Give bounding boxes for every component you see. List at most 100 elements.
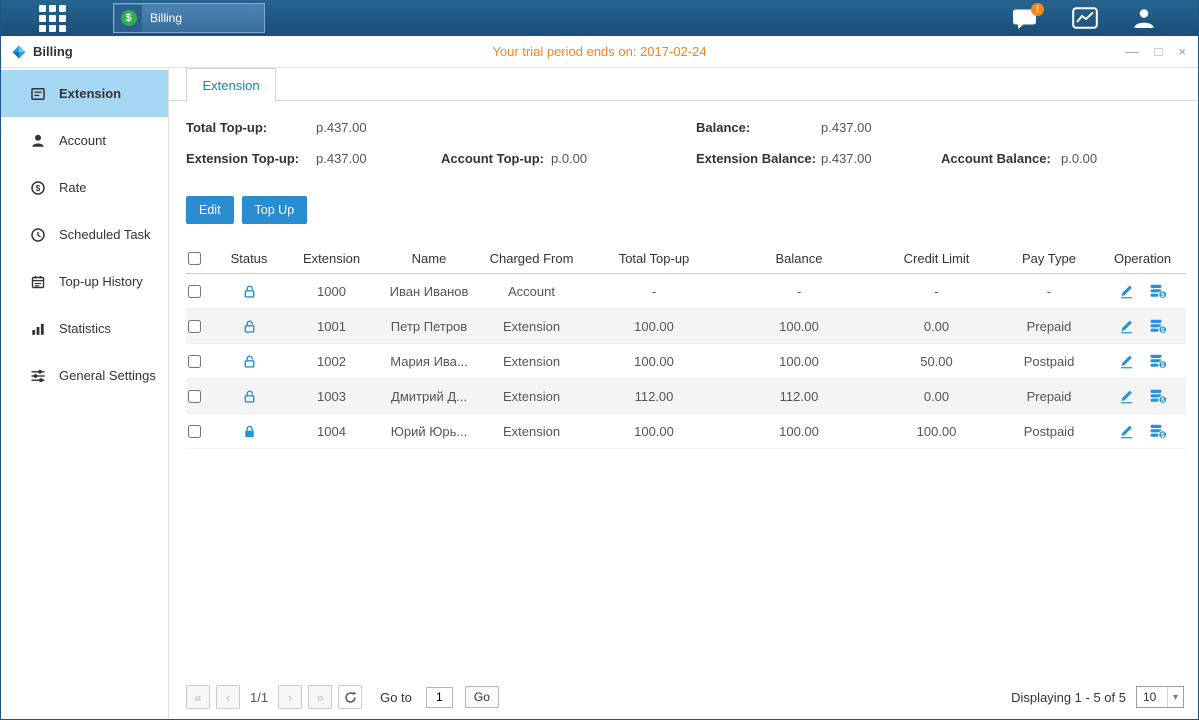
- close-icon[interactable]: ×: [1178, 45, 1186, 58]
- extension-name: Иван Иванов: [379, 284, 479, 299]
- row-checkbox[interactable]: [188, 320, 201, 333]
- charged-from: Extension: [479, 354, 584, 369]
- page-size-select[interactable]: 10 ▾: [1136, 686, 1184, 708]
- refresh-button[interactable]: [338, 685, 362, 709]
- top-up-coins-icon[interactable]: $: [1150, 284, 1167, 299]
- prev-page-button[interactable]: ‹: [216, 685, 240, 709]
- messages-icon[interactable]: !: [1012, 8, 1038, 29]
- sidebar-item-general-settings[interactable]: General Settings: [1, 352, 168, 399]
- column-total-topup: Total Top-up: [584, 251, 724, 266]
- edit-pencil-icon[interactable]: [1119, 424, 1134, 439]
- status-lock-icon[interactable]: [242, 319, 257, 334]
- column-extension: Extension: [284, 251, 379, 266]
- tab-strip: Extension: [169, 68, 1198, 101]
- app-menu-grid-icon[interactable]: [39, 5, 66, 32]
- column-credit-limit: Credit Limit: [874, 251, 999, 266]
- extension-topup-value: p.437.00: [316, 151, 367, 166]
- top-up-coins-icon[interactable]: $: [1150, 424, 1167, 439]
- rate-icon: $: [30, 180, 46, 196]
- row-checkbox[interactable]: [188, 285, 201, 298]
- total-topup: 112.00: [584, 389, 724, 404]
- balance: 100.00: [724, 424, 874, 439]
- total-topup: 100.00: [584, 424, 724, 439]
- top-up-button[interactable]: Top Up: [242, 196, 308, 224]
- sidebar-item-label: Scheduled Task: [59, 227, 151, 242]
- table-header: Status Extension Name Charged From Total…: [186, 244, 1186, 274]
- extension-balance-value: p.437.00: [821, 151, 872, 166]
- column-name: Name: [379, 251, 479, 266]
- page-indicator: 1/1: [250, 690, 268, 705]
- table-row: 1002 Мария Ива... Extension 100.00 100.0…: [186, 344, 1186, 379]
- edit-button[interactable]: Edit: [186, 196, 234, 224]
- account-balance-label: Account Balance:: [941, 151, 1051, 166]
- sidebar-item-label: Extension: [59, 86, 121, 101]
- balance: 100.00: [724, 319, 874, 334]
- balance-label: Balance:: [696, 120, 750, 135]
- total-topup-label: Total Top-up:: [186, 120, 267, 135]
- top-bar: $ Billing !: [1, 0, 1198, 36]
- charged-from: Extension: [479, 389, 584, 404]
- svg-text:$: $: [1160, 396, 1164, 403]
- extension-table-body: 1000 Иван Иванов Account - - - - $: [186, 274, 1186, 449]
- edit-pencil-icon[interactable]: [1119, 389, 1134, 404]
- svg-text:$: $: [1160, 431, 1164, 438]
- table-row: 1000 Иван Иванов Account - - - - $: [186, 274, 1186, 309]
- go-button[interactable]: Go: [465, 686, 499, 708]
- top-up-coins-icon[interactable]: $: [1150, 354, 1167, 369]
- billing-tab-label: Billing: [150, 11, 182, 25]
- table-row: 1004 Юрий Юрь... Extension 100.00 100.00…: [186, 414, 1186, 449]
- edit-pencil-icon[interactable]: [1119, 284, 1134, 299]
- balance: 100.00: [724, 354, 874, 369]
- pay-type: Prepaid: [999, 319, 1099, 334]
- minimize-icon[interactable]: —: [1126, 45, 1139, 58]
- column-operation: Operation: [1099, 251, 1186, 266]
- column-status: Status: [214, 251, 284, 266]
- sidebar-item-extension[interactable]: Extension: [1, 70, 168, 117]
- select-all-checkbox[interactable]: [188, 252, 201, 265]
- column-balance: Balance: [724, 251, 874, 266]
- sidebar-item-topup-history[interactable]: Top-up History: [1, 258, 168, 305]
- sidebar-item-rate[interactable]: $ Rate: [1, 164, 168, 211]
- pay-type: -: [999, 284, 1099, 299]
- reports-chart-icon[interactable]: [1072, 7, 1098, 29]
- row-checkbox[interactable]: [188, 390, 201, 403]
- pay-type: Postpaid: [999, 354, 1099, 369]
- balance: 112.00: [724, 389, 874, 404]
- sidebar-item-label: Rate: [59, 180, 86, 195]
- table-row: 1003 Дмитрий Д... Extension 112.00 112.0…: [186, 379, 1186, 414]
- column-charged-from: Charged From: [479, 251, 584, 266]
- row-checkbox[interactable]: [188, 355, 201, 368]
- first-page-button[interactable]: «: [186, 685, 210, 709]
- status-lock-icon[interactable]: [242, 284, 257, 299]
- edit-pencil-icon[interactable]: [1119, 319, 1134, 334]
- tab-extension[interactable]: Extension: [186, 68, 276, 102]
- next-page-button[interactable]: ›: [278, 685, 302, 709]
- sidebar-item-scheduled-task[interactable]: Scheduled Task: [1, 211, 168, 258]
- status-lock-icon[interactable]: [242, 354, 257, 369]
- status-lock-icon[interactable]: [242, 424, 257, 439]
- topbar-right-icons: !: [1012, 0, 1156, 36]
- edit-pencil-icon[interactable]: [1119, 354, 1134, 369]
- window-controls: — □ ×: [1126, 45, 1186, 58]
- sidebar-item-account[interactable]: Account: [1, 117, 168, 164]
- top-up-coins-icon[interactable]: $: [1150, 389, 1167, 404]
- user-account-icon[interactable]: [1132, 7, 1156, 29]
- page-size-value: 10: [1137, 690, 1167, 704]
- row-checkbox[interactable]: [188, 425, 201, 438]
- sidebar-item-statistics[interactable]: Statistics: [1, 305, 168, 352]
- billing-app-tab[interactable]: $ Billing: [113, 3, 265, 33]
- charged-from: Extension: [479, 319, 584, 334]
- top-up-coins-icon[interactable]: $: [1150, 319, 1167, 334]
- column-pay-type: Pay Type: [999, 251, 1099, 266]
- billing-summary: Total Top-up: p.437.00 Balance: p.437.00…: [186, 118, 1198, 180]
- status-lock-icon[interactable]: [242, 389, 257, 404]
- account-balance-value: p.0.00: [1061, 151, 1097, 166]
- pagination-bar: « ‹ 1/1 › » Go to Go Displaying 1 - 5 of…: [186, 684, 1184, 710]
- charged-from: Extension: [479, 424, 584, 439]
- extension-number: 1001: [284, 319, 379, 334]
- goto-page-input[interactable]: [426, 687, 453, 708]
- sidebar: Extension Account $ Rate Scheduled Task: [1, 68, 169, 719]
- last-page-button[interactable]: »: [308, 685, 332, 709]
- maximize-icon[interactable]: □: [1155, 45, 1163, 58]
- extension-topup-label: Extension Top-up:: [186, 151, 299, 166]
